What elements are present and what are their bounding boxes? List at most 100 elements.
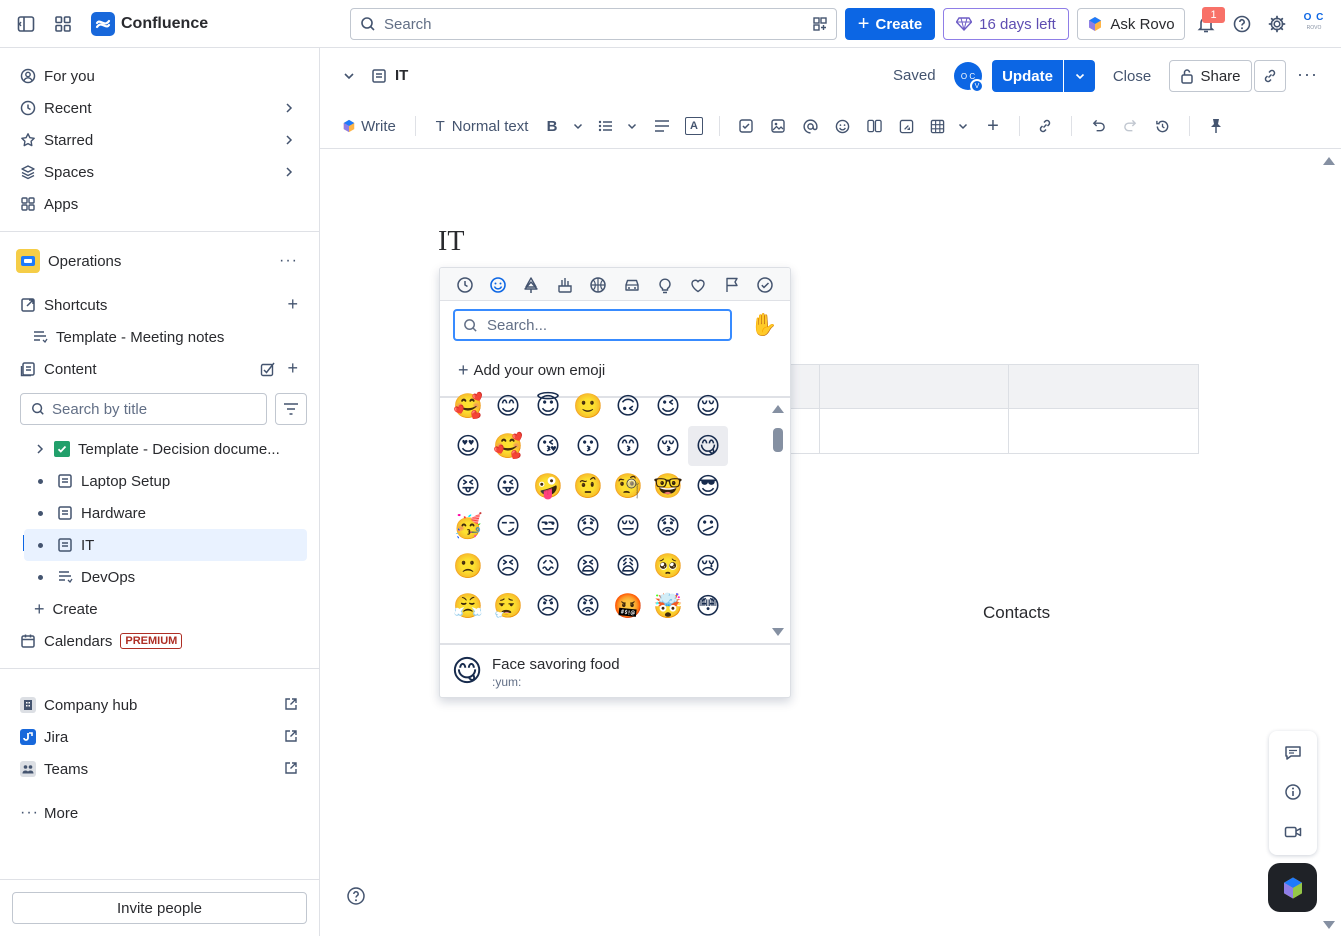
table-cell[interactable] <box>1008 408 1199 454</box>
tree-item-decision-doc[interactable]: Template - Decision docume... <box>24 433 307 465</box>
space-header-operations[interactable]: Operations ··· <box>12 245 308 277</box>
emoji-item[interactable]: 🙃 <box>608 390 648 426</box>
chevron-right-icon[interactable] <box>282 165 296 179</box>
emoji-item[interactable]: 🥰 <box>448 390 488 426</box>
expand-chevron-icon[interactable] <box>34 443 46 455</box>
sidebar-item-apps[interactable]: Apps <box>12 188 308 220</box>
emoji-item[interactable]: 😩 <box>608 546 648 586</box>
sidebar-item-jira[interactable]: Jira <box>12 721 308 753</box>
emoji-item[interactable]: 🧐 <box>608 466 648 506</box>
emoji-item[interactable]: 😠 <box>528 586 568 626</box>
user-avatar[interactable]: O C ROVO <box>1300 12 1328 36</box>
emoji-item[interactable]: 😍 <box>448 426 488 466</box>
more-actions-icon[interactable]: ··· <box>1297 64 1318 85</box>
emoji-item[interactable]: 🤪 <box>528 466 568 506</box>
scroll-up-arrow-icon[interactable] <box>771 404 785 416</box>
chevron-down-icon[interactable] <box>955 114 971 138</box>
emoji-item[interactable]: 😔 <box>608 506 648 546</box>
action-item-icon[interactable] <box>737 114 755 138</box>
add-content-icon[interactable]: + <box>287 358 298 379</box>
tree-icon[interactable] <box>519 273 543 297</box>
chevron-right-icon[interactable] <box>282 101 296 115</box>
table-icon[interactable] <box>928 114 946 138</box>
external-link-icon[interactable] <box>284 729 298 743</box>
emoji-item[interactable]: 😡 <box>568 586 608 626</box>
copy-link-button[interactable] <box>1254 60 1286 92</box>
filter-button[interactable] <box>275 393 307 425</box>
emoji-item[interactable]: 🥰 <box>488 426 528 466</box>
chevron-down-icon[interactable] <box>342 69 356 83</box>
sidebar-item-company-hub[interactable]: Company hub <box>12 689 308 721</box>
external-link-icon[interactable] <box>284 697 298 711</box>
tree-item-laptop-setup[interactable]: Laptop Setup <box>24 465 307 497</box>
columns-layout-icon[interactable] <box>865 114 883 138</box>
sidebar-item-spaces[interactable]: Spaces <box>12 156 308 188</box>
emoji-item[interactable]: 🙂 <box>568 390 608 426</box>
shortcuts-header[interactable]: Shortcuts + <box>12 289 308 321</box>
update-options-button[interactable] <box>1064 60 1095 92</box>
bold-icon[interactable]: B <box>543 114 561 138</box>
emoji-item[interactable]: 😚 <box>648 426 688 466</box>
invite-people-button[interactable]: Invite people <box>12 892 307 924</box>
create-button[interactable]: + Create <box>845 8 935 40</box>
close-button[interactable]: Close <box>1106 60 1158 92</box>
emoji-item[interactable]: 😤 <box>448 586 488 626</box>
emoji-item[interactable]: 😌 <box>688 390 728 426</box>
emoji-item[interactable]: 😮‍💨 <box>488 586 528 626</box>
update-button[interactable]: Update <box>992 60 1063 92</box>
tree-create-button[interactable]: + Create <box>24 593 307 625</box>
sidebar-search-input[interactable]: Search by title <box>20 393 267 425</box>
tree-item-it[interactable]: IT <box>24 529 307 561</box>
heart-icon[interactable] <box>686 273 710 297</box>
sidebar-item-recent[interactable]: Recent <box>12 92 308 124</box>
chevron-down-icon[interactable] <box>570 114 586 138</box>
version-history-icon[interactable] <box>1153 114 1171 138</box>
emoji-item[interactable]: 😋 <box>688 426 728 466</box>
scroll-up-arrow-icon[interactable] <box>1322 156 1336 166</box>
emoji-item[interactable]: 😖 <box>528 546 568 586</box>
breadcrumb-title[interactable]: IT <box>395 67 408 84</box>
emoji-item[interactable]: 😎 <box>688 466 728 506</box>
scrollbar-thumb[interactable] <box>773 428 783 452</box>
ball-icon[interactable] <box>586 273 610 297</box>
sidebar-item-starred[interactable]: Starred <box>12 124 308 156</box>
emoji-icon[interactable] <box>833 114 851 138</box>
trial-button[interactable]: 16 days left <box>943 8 1069 40</box>
comment-icon[interactable] <box>1284 744 1302 762</box>
scroll-down-arrow-icon[interactable] <box>771 627 785 639</box>
content-header[interactable]: Content + <box>12 353 308 385</box>
emoji-item[interactable]: 😟 <box>648 506 688 546</box>
external-link-icon[interactable] <box>284 761 298 775</box>
mention-icon[interactable] <box>801 114 819 138</box>
emoji-item[interactable]: 🤨 <box>568 466 608 506</box>
table-header-cell[interactable] <box>1008 364 1199 409</box>
text-style-dropdown[interactable]: T Normal text <box>433 114 531 138</box>
skin-tone-selector[interactable]: ✋ <box>749 310 779 340</box>
share-button[interactable]: Share <box>1169 60 1252 92</box>
shortcut-item-meeting-notes[interactable]: Template - Meeting notes <box>24 321 308 353</box>
emoji-item[interactable]: 😏 <box>488 506 528 546</box>
sidebar-item-more[interactable]: ··· More <box>12 797 308 829</box>
add-own-emoji-button[interactable]: + Add your own emoji <box>458 360 605 381</box>
pin-icon[interactable] <box>1207 114 1225 138</box>
more-actions-icon[interactable]: ··· <box>279 252 298 270</box>
app-switcher-icon[interactable] <box>53 14 73 34</box>
insert-more-plus-icon[interactable]: + <box>984 114 1002 138</box>
table-header-cell[interactable] <box>819 364 1009 409</box>
emoji-item[interactable]: 😜 <box>488 466 528 506</box>
emoji-item[interactable]: 😉 <box>648 390 688 426</box>
emoji-item[interactable]: 🥳 <box>448 506 488 546</box>
flag-icon[interactable] <box>720 273 744 297</box>
emoji-item[interactable]: 🙁 <box>448 546 488 586</box>
emoji-item[interactable]: 😞 <box>568 506 608 546</box>
chevron-right-icon[interactable] <box>282 133 296 147</box>
info-icon[interactable] <box>1284 783 1302 801</box>
smiley-icon[interactable] <box>486 273 510 297</box>
check-circle-icon[interactable] <box>753 273 777 297</box>
bulb-icon[interactable] <box>653 273 677 297</box>
emoji-item[interactable]: 😘 <box>528 426 568 466</box>
scroll-down-arrow-icon[interactable] <box>1322 920 1336 930</box>
settings-gear-icon[interactable] <box>1267 14 1287 34</box>
emoji-item[interactable]: 😳 <box>688 586 728 626</box>
video-icon[interactable] <box>1284 823 1302 841</box>
